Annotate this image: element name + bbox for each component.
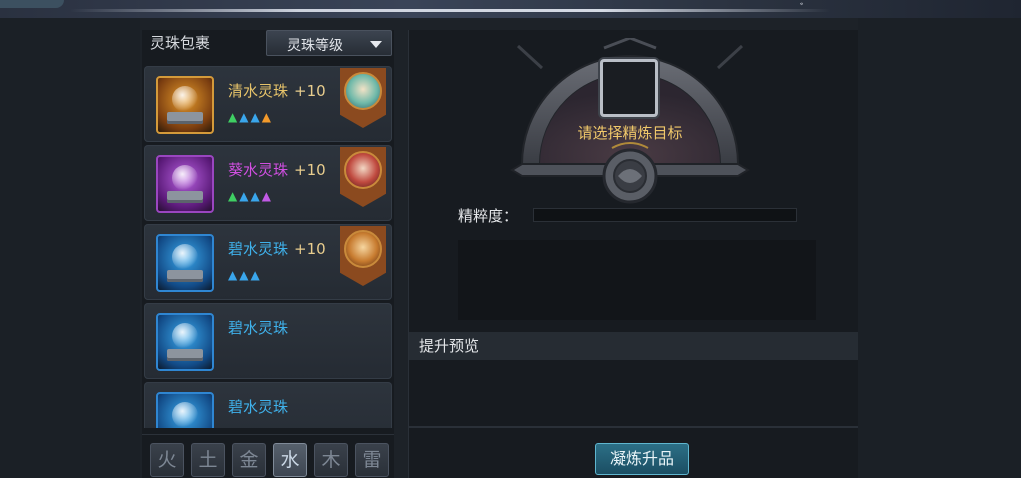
element-tab-earth[interactable]: 土 [191,443,225,477]
refine-info-box [458,240,816,320]
top-corner-decoration [0,0,64,8]
top-light-streak [70,9,830,12]
chevron-down-icon [370,41,382,48]
refine-target-slot[interactable] [600,59,658,117]
item-name: 碧水灵珠 +10 [228,238,326,259]
flame-icon: ▲ [239,189,251,203]
flame-icon: ▲ [228,268,240,282]
element-tab-wood[interactable]: 木 [314,443,348,477]
quality-flames: ▲▲▲ [228,268,262,282]
purity-progress-bar [533,208,797,222]
top-mark: ﾞ [800,2,806,15]
element-tab-water[interactable]: 水 [273,443,307,477]
spirit-orb-icon [156,155,214,213]
element-filter-bar: 火土金水木雷 [142,434,394,478]
item-name: 碧水灵珠 [228,317,288,338]
item-name-text: 清水灵珠 [228,82,289,100]
refine-upgrade-button[interactable]: 凝炼升品 [595,443,689,475]
left-backdrop [0,18,140,478]
item-name: 清水灵珠 +10 [228,80,326,101]
quality-flames: ▲▲▲▲ [228,189,273,203]
right-backdrop [858,18,1021,478]
flame-icon: ▲ [228,189,240,203]
sort-dropdown[interactable]: 灵珠等级 [266,30,392,56]
quality-flames: ▲▲▲▲ [228,110,273,124]
element-tab-thunder[interactable]: 雷 [355,443,389,477]
equipped-hero-avatar [340,147,386,207]
item-level: +10 [294,161,326,179]
item-name-text: 碧水灵珠 [228,240,289,258]
item-name: 碧水灵珠 [228,396,288,417]
flame-icon: ▲ [261,189,273,203]
list-item[interactable]: 清水灵珠 +10 ▲▲▲▲ [144,66,392,142]
spirit-orb-icon [156,234,214,292]
spirit-orb-icon [156,313,214,371]
bag-title: 灵珠包裹 [150,34,211,52]
top-bar: ﾞ [0,0,1021,18]
item-name-text: 碧水灵珠 [228,398,289,416]
select-target-prompt: 请选择精炼目标 [577,124,683,142]
element-tab-metal[interactable]: 金 [232,443,266,477]
sort-dropdown-label: 灵珠等级 [287,38,343,54]
list-item[interactable]: 碧水灵珠 [144,303,392,379]
list-item[interactable]: 碧水灵珠 [144,382,392,428]
equipped-hero-avatar [340,68,386,128]
flame-icon: ▲ [250,110,262,124]
flame-icon: ▲ [250,268,262,282]
item-name-text: 葵水灵珠 [228,161,289,179]
list-item[interactable]: 碧水灵珠 +10 ▲▲▲ [144,224,392,300]
flame-icon: ▲ [250,189,262,203]
bottom-divider [409,426,858,428]
equipped-hero-avatar [340,226,386,286]
item-list[interactable]: 清水灵珠 +10 ▲▲▲▲ 葵水灵珠 +10 ▲▲▲▲ 碧水灵珠 +10 ▲▲▲ 碧水灵珠 碧水灵珠 [142,62,394,428]
flame-icon: ▲ [239,110,251,124]
item-level: +10 [294,82,326,100]
item-name: 葵水灵珠 +10 [228,159,326,180]
spirit-orb-icon [156,76,214,134]
item-level: +10 [294,240,326,258]
element-tab-fire[interactable]: 火 [150,443,184,477]
list-item[interactable]: 葵水灵珠 +10 ▲▲▲▲ [144,145,392,221]
flame-icon: ▲ [228,110,240,124]
purity-label: 精粹度： [458,207,519,225]
item-name-text: 碧水灵珠 [228,319,289,337]
flame-icon: ▲ [261,110,273,124]
preview-title: 提升预览 [419,337,480,355]
preview-header: 提升预览 [409,332,858,360]
flame-icon: ▲ [239,268,251,282]
spirit-orb-icon [156,392,214,428]
